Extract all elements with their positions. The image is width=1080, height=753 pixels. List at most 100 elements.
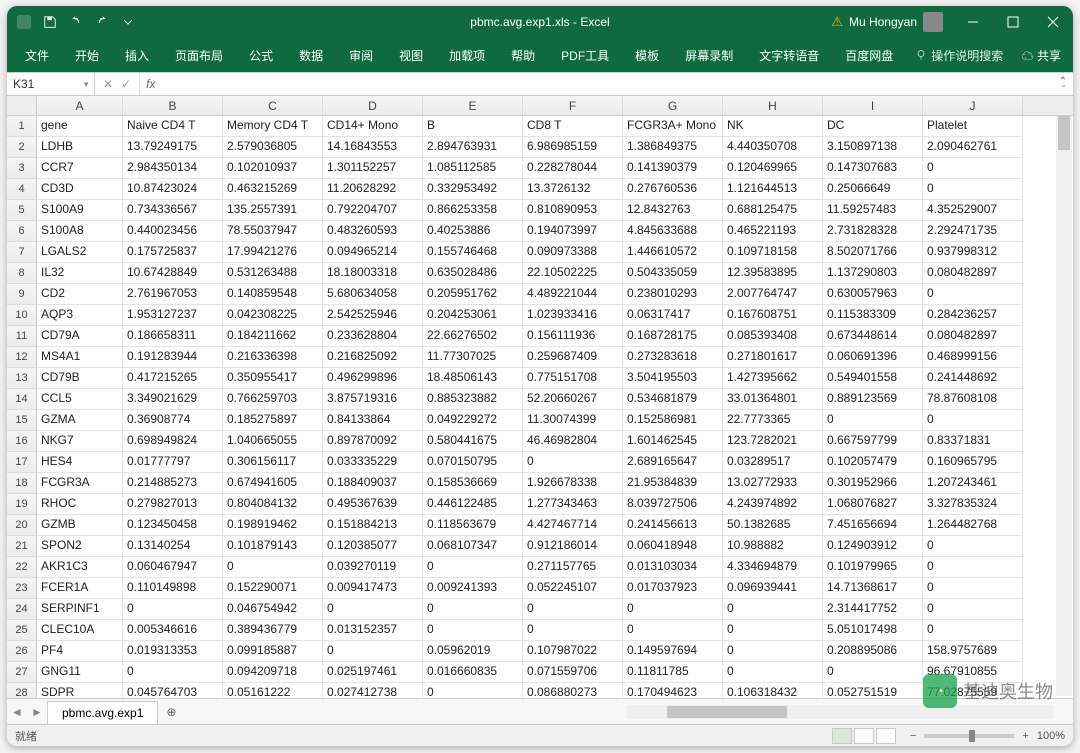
cell[interactable]: 0 <box>123 599 223 620</box>
cell[interactable]: 50.1382685 <box>723 515 823 536</box>
cell[interactable]: 0.674941605 <box>223 473 323 494</box>
cell[interactable]: 0.389436779 <box>223 620 323 641</box>
cell[interactable]: 0.440023456 <box>123 221 223 242</box>
cell[interactable]: 46.46982804 <box>523 431 623 452</box>
row-header[interactable]: 28 <box>7 683 37 698</box>
cell[interactable]: 0.156111936 <box>523 326 623 347</box>
row-header[interactable]: 2 <box>7 137 37 158</box>
cell[interactable]: 11.77307025 <box>423 347 523 368</box>
row-header[interactable]: 4 <box>7 179 37 200</box>
cell[interactable]: 18.18003318 <box>323 263 423 284</box>
ribbon-tab[interactable]: 视图 <box>389 41 433 70</box>
cell[interactable]: 22.7773365 <box>723 410 823 431</box>
cell[interactable]: 10.988882 <box>723 536 823 557</box>
cell[interactable]: 0.175725837 <box>123 242 223 263</box>
cell[interactable]: 0 <box>623 599 723 620</box>
cell[interactable]: 11.30074399 <box>523 410 623 431</box>
cell[interactable]: Naive CD4 T <box>123 116 223 137</box>
column-header[interactable]: G <box>623 96 723 115</box>
cell[interactable]: 10.87423024 <box>123 179 223 200</box>
cell[interactable]: 3.875719316 <box>323 389 423 410</box>
tell-me[interactable]: 操作说明搜索 <box>915 47 1003 64</box>
cell[interactable]: 0.060467947 <box>123 557 223 578</box>
cell[interactable]: 0.228278044 <box>523 158 623 179</box>
cell[interactable]: 0.13140254 <box>123 536 223 557</box>
cell[interactable]: 1.137290803 <box>823 263 923 284</box>
cell[interactable]: 0.096939441 <box>723 578 823 599</box>
sheet-tab-active[interactable]: pbmc.avg.exp1 <box>47 701 158 724</box>
cell[interactable]: 0.446122485 <box>423 494 523 515</box>
cell[interactable]: 0.071559706 <box>523 662 623 683</box>
cell[interactable]: 7.451656694 <box>823 515 923 536</box>
cell[interactable]: 12.39583895 <box>723 263 823 284</box>
cell[interactable]: 0.188409037 <box>323 473 423 494</box>
cell[interactable]: 12.8432763 <box>623 200 723 221</box>
cell[interactable]: 0.271157765 <box>523 557 623 578</box>
cell[interactable]: 0.185275897 <box>223 410 323 431</box>
cell[interactable]: 0.033335229 <box>323 452 423 473</box>
cell[interactable]: 13.79249175 <box>123 137 223 158</box>
cell[interactable]: 2.761967053 <box>123 284 223 305</box>
zoom-slider[interactable] <box>924 734 1014 738</box>
ribbon-tab[interactable]: 审阅 <box>339 41 383 70</box>
cell[interactable]: 4.489221044 <box>523 284 623 305</box>
cell[interactable]: 0.109718158 <box>723 242 823 263</box>
row-header[interactable]: 1 <box>7 116 37 137</box>
cell[interactable]: 0.013152357 <box>323 620 423 641</box>
cell[interactable]: 14.16843553 <box>323 137 423 158</box>
cell[interactable]: 0 <box>723 620 823 641</box>
ribbon-tab[interactable]: 加载项 <box>439 41 495 70</box>
view-normal-button[interactable] <box>832 728 852 744</box>
cell[interactable]: 0.350955417 <box>223 368 323 389</box>
row-header[interactable]: 18 <box>7 473 37 494</box>
cell[interactable]: 0.123450458 <box>123 515 223 536</box>
fx-label[interactable]: fx <box>140 77 155 91</box>
cell[interactable]: 0 <box>723 662 823 683</box>
cell[interactable]: 0.016660835 <box>423 662 523 683</box>
cell[interactable]: 21.95384839 <box>623 473 723 494</box>
cell[interactable]: 0.102057479 <box>823 452 923 473</box>
row-header[interactable]: 23 <box>7 578 37 599</box>
cell[interactable]: 1.207243461 <box>923 473 1023 494</box>
cell[interactable]: 0.417215265 <box>123 368 223 389</box>
cell[interactable]: 0.194073997 <box>523 221 623 242</box>
cell[interactable]: 0 <box>723 641 823 662</box>
cell[interactable]: 0.271801617 <box>723 347 823 368</box>
cell[interactable]: 0.279827013 <box>123 494 223 515</box>
cell[interactable]: 0.110149898 <box>123 578 223 599</box>
cell[interactable]: 0 <box>323 599 423 620</box>
qat-customize-icon[interactable] <box>117 11 139 33</box>
column-header[interactable]: H <box>723 96 823 115</box>
cell[interactable]: 0 <box>523 620 623 641</box>
cell[interactable]: 0.101879143 <box>223 536 323 557</box>
cell[interactable]: 0.25066649 <box>823 179 923 200</box>
select-all-corner[interactable] <box>7 96 37 115</box>
cell[interactable]: 0.83371831 <box>923 431 1023 452</box>
cell[interactable]: AQP3 <box>37 305 123 326</box>
cell[interactable]: GZMA <box>37 410 123 431</box>
cell[interactable]: 8.502071766 <box>823 242 923 263</box>
cell[interactable]: 0.080482897 <box>923 263 1023 284</box>
cell[interactable]: GNG11 <box>37 662 123 683</box>
cell[interactable]: 0.168728175 <box>623 326 723 347</box>
cell[interactable]: 1.277343463 <box>523 494 623 515</box>
cell[interactable]: 4.427467714 <box>523 515 623 536</box>
cell[interactable]: 0.099185887 <box>223 641 323 662</box>
cell[interactable]: 0.027412738 <box>323 683 423 698</box>
cell[interactable]: 158.9757689 <box>923 641 1023 662</box>
cell[interactable]: 0.36908774 <box>123 410 223 431</box>
cell[interactable]: 0.698949824 <box>123 431 223 452</box>
cell[interactable]: 0.810890953 <box>523 200 623 221</box>
cell[interactable]: 2.984350134 <box>123 158 223 179</box>
cell[interactable]: 0.06317417 <box>623 305 723 326</box>
ribbon-tab[interactable]: 帮助 <box>501 41 545 70</box>
row-header[interactable]: 24 <box>7 599 37 620</box>
row-header[interactable]: 26 <box>7 641 37 662</box>
cell[interactable]: 0.534681879 <box>623 389 723 410</box>
cell[interactable]: 0.284236257 <box>923 305 1023 326</box>
cell[interactable]: 0.03289517 <box>723 452 823 473</box>
column-header[interactable]: J <box>923 96 1023 115</box>
cell[interactable]: 0.107987022 <box>523 641 623 662</box>
cell[interactable]: 0.912186014 <box>523 536 623 557</box>
cell[interactable]: SERPINF1 <box>37 599 123 620</box>
